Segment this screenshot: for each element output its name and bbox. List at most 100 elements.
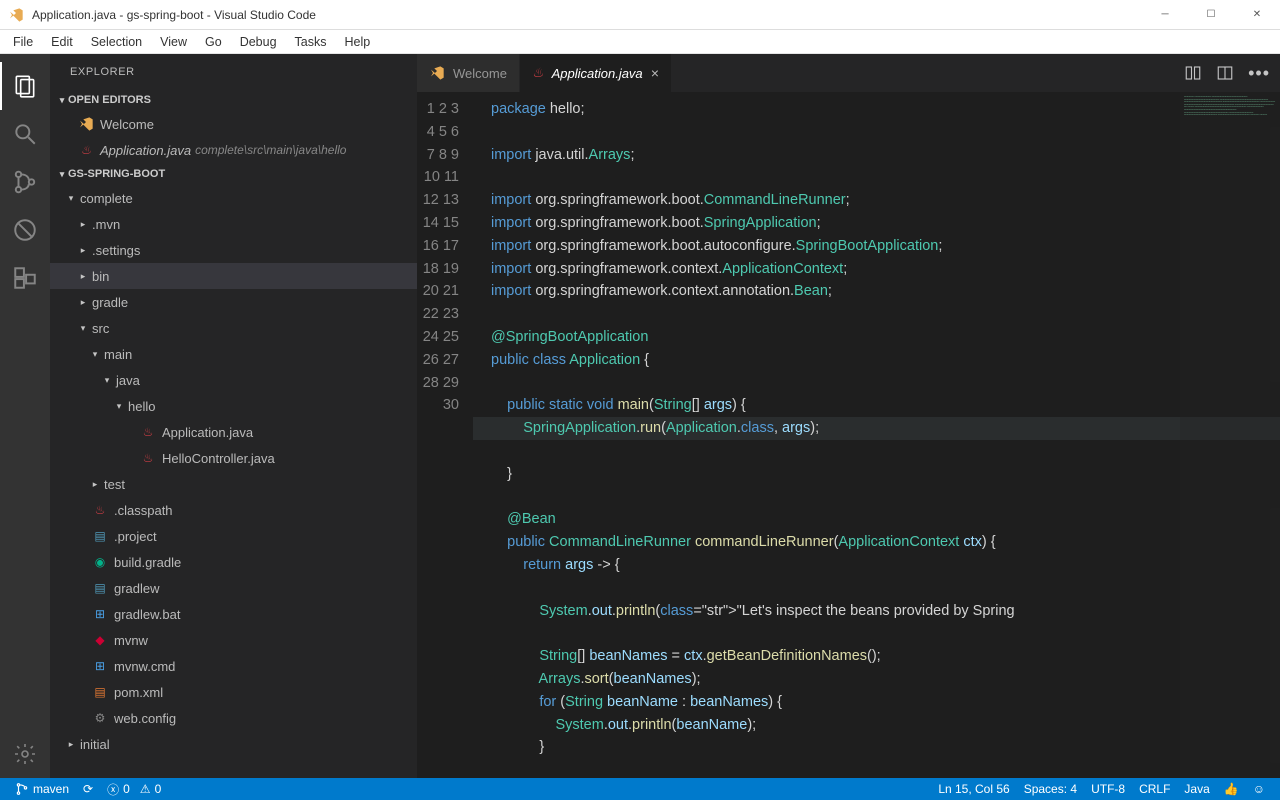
activity-debug-icon[interactable] — [0, 206, 50, 254]
open-editor-item[interactable]: ♨Application.javacomplete\src\main\java\… — [50, 137, 417, 163]
status-problems[interactable]: ⓧ0 ⚠0 — [100, 781, 168, 798]
status-bell-icon[interactable]: ☺ — [1246, 782, 1272, 796]
tree-item[interactable]: ▾hello — [50, 393, 417, 419]
tree-item[interactable]: ▾java — [50, 367, 417, 393]
menubar: FileEditSelectionViewGoDebugTasksHelp — [0, 30, 1280, 54]
menu-view[interactable]: View — [151, 32, 196, 52]
tree-item[interactable]: ▤gradlew — [50, 575, 417, 601]
status-language[interactable]: Java — [1177, 782, 1216, 796]
chevron-icon: ▸ — [66, 739, 76, 750]
activity-extensions-icon[interactable] — [0, 254, 50, 302]
warning-icon: ⚠ — [140, 782, 151, 796]
bat-icon: ⊞ — [92, 606, 108, 622]
java-icon: ♨ — [78, 142, 94, 158]
error-icon: ⓧ — [107, 781, 119, 798]
tree-item[interactable]: ⚙web.config — [50, 705, 417, 731]
status-cursor-position[interactable]: Ln 15, Col 56 — [931, 782, 1016, 796]
maven-icon: ◆ — [92, 632, 108, 648]
chevron-icon: ▸ — [78, 297, 88, 308]
config-icon: ⚙ — [92, 710, 108, 726]
status-eol[interactable]: CRLF — [1132, 782, 1177, 796]
menu-file[interactable]: File — [4, 32, 42, 52]
activity-scm-icon[interactable] — [0, 158, 50, 206]
file-icon: ▤ — [92, 580, 108, 596]
chevron-icon: ▾ — [102, 375, 112, 386]
editor-group: Welcome♨Application.java× ••• 1 2 3 4 5 … — [417, 54, 1280, 778]
activity-explorer-icon[interactable] — [0, 62, 50, 110]
activity-bar — [0, 54, 50, 778]
window-titlebar: Application.java - gs-spring-boot - Visu… — [0, 0, 1280, 30]
tree-item[interactable]: ◉build.gradle — [50, 549, 417, 575]
open-editor-item[interactable]: Welcome — [50, 111, 417, 137]
tree-item[interactable]: ▸gradle — [50, 289, 417, 315]
tree-item[interactable]: ▾main — [50, 341, 417, 367]
status-feedback-icon[interactable]: 👍 — [1217, 782, 1246, 796]
line-number-gutter: 1 2 3 4 5 6 7 8 9 10 11 12 13 14 15 16 1… — [417, 92, 473, 778]
menu-selection[interactable]: Selection — [82, 32, 151, 52]
window-close-button[interactable]: ✕ — [1234, 0, 1280, 29]
chevron-icon: ▾ — [66, 193, 76, 204]
vscode-logo-icon — [8, 7, 24, 23]
close-icon[interactable]: × — [651, 65, 659, 81]
activity-settings-icon[interactable] — [0, 730, 50, 778]
tree-item[interactable]: ▤pom.xml — [50, 679, 417, 705]
activity-search-icon[interactable] — [0, 110, 50, 158]
status-indentation[interactable]: Spaces: 4 — [1017, 782, 1084, 796]
tree-item[interactable]: ⊞mvnw.cmd — [50, 653, 417, 679]
chevron-icon: ▾ — [78, 323, 88, 334]
window-title: Application.java - gs-spring-boot - Visu… — [32, 8, 316, 22]
tree-item[interactable]: ♨.classpath — [50, 497, 417, 523]
chevron-icon: ▸ — [78, 271, 88, 282]
editor-tab[interactable]: Welcome — [417, 54, 520, 92]
tree-item[interactable]: ▸bin — [50, 263, 417, 289]
tree-item[interactable]: ▾complete — [50, 185, 417, 211]
gradle-icon: ◉ — [92, 554, 108, 570]
vscode-icon — [429, 65, 445, 81]
status-branch[interactable]: maven — [8, 782, 76, 796]
window-minimize-button[interactable]: ─ — [1142, 0, 1188, 29]
tree-item[interactable]: ▸initial — [50, 731, 417, 757]
tree-item[interactable]: ▸test — [50, 471, 417, 497]
tree-item[interactable]: ▸.mvn — [50, 211, 417, 237]
workspace-header[interactable]: ▾ GS-SPRING-BOOT — [50, 163, 417, 185]
status-encoding[interactable]: UTF-8 — [1084, 782, 1132, 796]
vscode-icon — [78, 116, 94, 132]
editor-tab[interactable]: ♨Application.java× — [520, 54, 672, 92]
menu-go[interactable]: Go — [196, 32, 231, 52]
tree-item[interactable]: ▾src — [50, 315, 417, 341]
java-icon: ♨ — [140, 424, 156, 440]
chevron-icon: ▸ — [78, 219, 88, 230]
explorer-sidebar: EXPLORER ▾ OPEN EDITORS Welcome♨Applicat… — [50, 54, 417, 778]
chevron-down-icon: ▾ — [56, 95, 68, 106]
code-content[interactable]: package hello; import java.util.Arrays; … — [473, 92, 1280, 778]
window-maximize-button[interactable]: ☐ — [1188, 0, 1234, 29]
xml-icon: ▤ — [92, 684, 108, 700]
compare-icon[interactable] — [1184, 64, 1202, 82]
chevron-icon: ▸ — [78, 245, 88, 256]
chevron-icon: ▸ — [90, 479, 100, 490]
open-editors-header[interactable]: ▾ OPEN EDITORS — [50, 89, 417, 111]
editor-tabs: Welcome♨Application.java× ••• — [417, 54, 1280, 92]
tree-item[interactable]: ▸.settings — [50, 237, 417, 263]
bat-icon: ⊞ — [92, 658, 108, 674]
menu-help[interactable]: Help — [336, 32, 380, 52]
java-icon: ♨ — [140, 450, 156, 466]
menu-debug[interactable]: Debug — [231, 32, 286, 52]
file-icon: ▤ — [92, 528, 108, 544]
menu-tasks[interactable]: Tasks — [286, 32, 336, 52]
tree-item[interactable]: ♨HelloController.java — [50, 445, 417, 471]
chevron-icon: ▾ — [90, 349, 100, 360]
tree-item[interactable]: ♨Application.java — [50, 419, 417, 445]
menu-edit[interactable]: Edit — [42, 32, 82, 52]
chevron-icon: ▾ — [114, 401, 124, 412]
minimap[interactable]: ▪▪▪▪▪▪▪▪▪▪▪▪▪▪ ▪▪▪▪▪▪▪▪▪▪▪▪▪▪▪▪▪▪▪▪▪▪▪▪ … — [1180, 92, 1280, 778]
tree-item[interactable]: ◆mvnw — [50, 627, 417, 653]
status-sync-icon[interactable]: ⟳ — [76, 782, 100, 796]
more-actions-icon[interactable]: ••• — [1248, 63, 1270, 84]
status-bar: maven ⟳ ⓧ0 ⚠0 Ln 15, Col 56 Spaces: 4 UT… — [0, 778, 1280, 800]
java-icon: ♨ — [532, 65, 544, 81]
tree-item[interactable]: ▤.project — [50, 523, 417, 549]
chevron-down-icon: ▾ — [56, 169, 68, 180]
tree-item[interactable]: ⊞gradlew.bat — [50, 601, 417, 627]
split-editor-icon[interactable] — [1216, 64, 1234, 82]
